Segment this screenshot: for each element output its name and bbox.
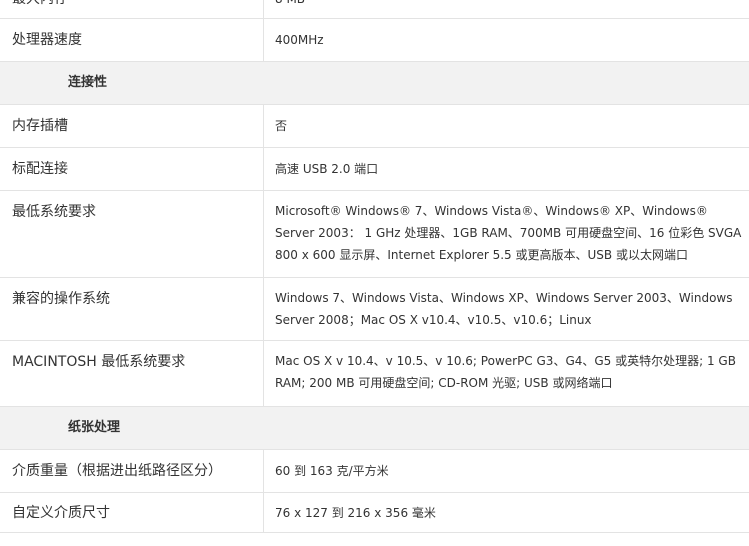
table-row: 内存插槽 否: [0, 105, 749, 148]
section-title: 连接性: [68, 75, 108, 90]
spec-value: 60 到 163 克/平方米: [275, 464, 389, 478]
spec-label: 介质重量（根据进出纸路径区分）: [0, 450, 264, 492]
spec-label: 最低系统要求: [0, 191, 264, 277]
spec-value: 8 MB: [264, 0, 749, 18]
spec-table: 最大内存 8 MB 处理器速度 400MHz 连接性 内存插槽 否 标配连接 高…: [0, 0, 749, 533]
section-title: 纸张处理: [68, 420, 121, 435]
table-row: 处理器速度 400MHz: [0, 19, 749, 62]
spec-label: 兼容的操作系统: [0, 278, 264, 340]
table-row: 介质重量（根据进出纸路径区分） 60 到 163 克/平方米: [0, 450, 749, 493]
spec-value: Mac OS X v 10.4、v 10.5、v 10.6; PowerPC G…: [275, 354, 736, 390]
spec-label: 标配连接: [0, 148, 264, 190]
spec-value: 高速 USB 2.0 端口: [275, 162, 379, 176]
table-row: 最大内存 8 MB: [0, 0, 749, 19]
table-row: 标配连接 高速 USB 2.0 端口: [0, 148, 749, 191]
table-row: MACINTOSH 最低系统要求 Mac OS X v 10.4、v 10.5、…: [0, 341, 749, 407]
spec-label: 处理器速度: [0, 19, 264, 61]
spec-value: Microsoft® Windows® 7、Windows Vista®、Win…: [275, 204, 742, 262]
table-row: 自定义介质尺寸 76 x 127 到 216 x 356 毫米: [0, 493, 749, 533]
table-row: 兼容的操作系统 Windows 7、Windows Vista、Windows …: [0, 278, 749, 341]
spec-value: 76 x 127 到 216 x 356 毫米: [275, 505, 436, 520]
spec-value: Windows 7、Windows Vista、Windows XP、Windo…: [275, 291, 733, 327]
table-row: 最低系统要求 Microsoft® Windows® 7、Windows Vis…: [0, 191, 749, 278]
section-header-paper-handling: 纸张处理: [0, 407, 749, 450]
spec-value: 否: [275, 119, 288, 133]
spec-label: MACINTOSH 最低系统要求: [0, 341, 264, 406]
spec-label: 自定义介质尺寸: [0, 493, 264, 532]
spec-label: 内存插槽: [0, 105, 264, 147]
section-header-connectivity: 连接性: [0, 62, 749, 105]
spec-value: 400MHz: [275, 33, 324, 47]
spec-label: 最大内存: [0, 0, 264, 18]
